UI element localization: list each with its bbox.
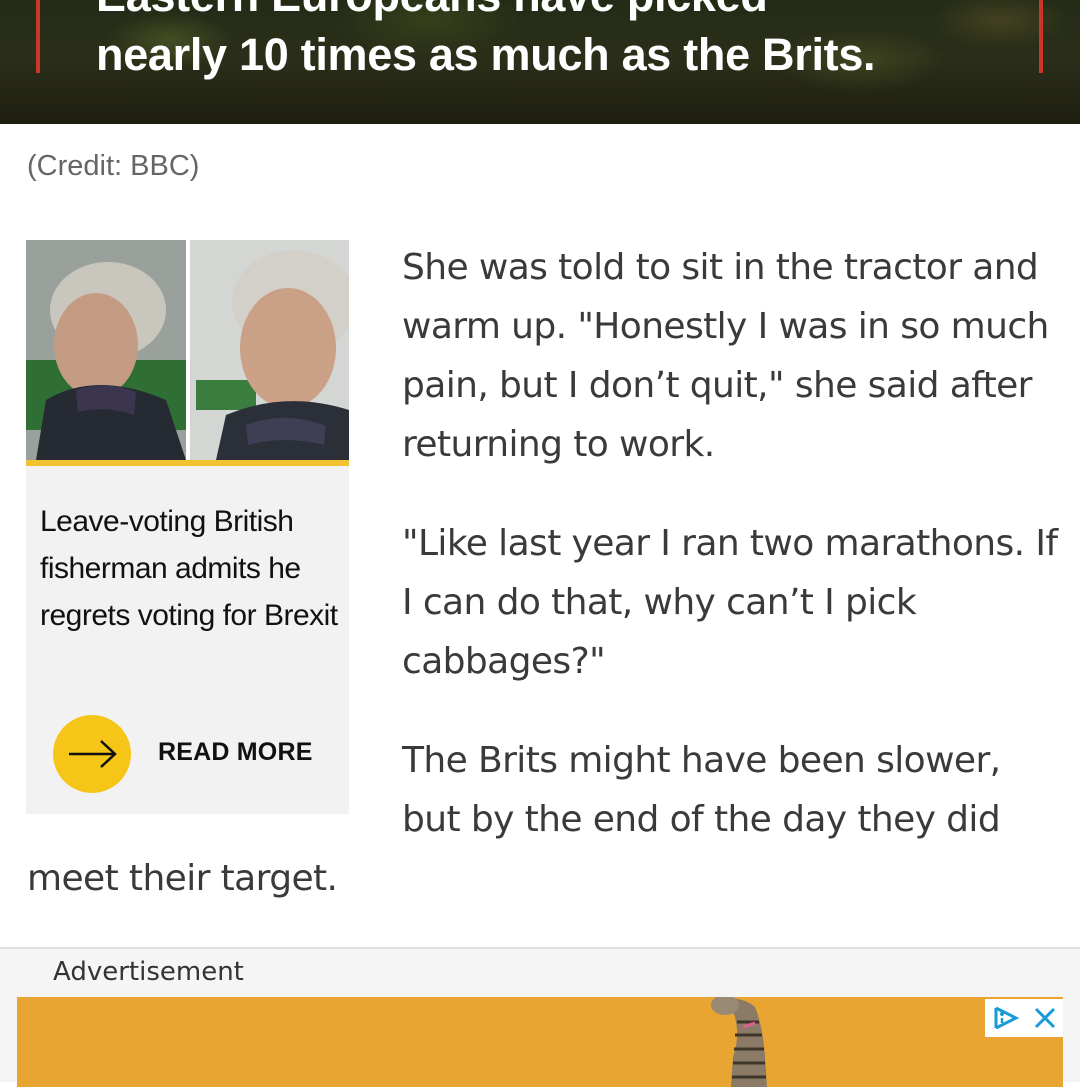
article-paragraph-1: She was told to sit in the tractor and w… xyxy=(402,247,1049,465)
adchoices-icon[interactable] xyxy=(990,1004,1022,1032)
read-more-button[interactable]: READ MORE xyxy=(52,714,342,796)
hero-image: Eastern Europeans have picked nearly 10 … xyxy=(0,0,1080,124)
hero-caption-line-2: nearly 10 times as much as the Brits. xyxy=(96,29,876,80)
related-article-title[interactable]: Leave-voting British fisherman admits he… xyxy=(40,498,340,639)
caption-accent-bar-right xyxy=(1039,0,1043,73)
close-icon[interactable] xyxy=(1032,1005,1058,1031)
related-article-card[interactable]: Leave-voting British fisherman admits he… xyxy=(26,240,349,814)
article-paragraph-3-continued: meet their target. xyxy=(27,858,338,899)
ad-banner[interactable] xyxy=(17,997,1063,1087)
read-more-circle xyxy=(53,715,131,793)
related-article-photo xyxy=(26,240,349,460)
cat-illustration xyxy=(711,997,767,1087)
caption-accent-bar-left xyxy=(36,0,40,73)
article-paragraph-2: "Like last year I ran two marathons. If … xyxy=(402,523,1058,682)
ad-choices-box[interactable] xyxy=(985,999,1063,1037)
card-accent-stripe xyxy=(26,460,349,466)
fisherman-photo-illustration xyxy=(26,240,349,460)
advertisement-container: Advertisement xyxy=(0,947,1080,1087)
article-paragraph-3: The Brits might have been slower, but by… xyxy=(402,740,1001,840)
advertisement-label: Advertisement xyxy=(53,957,244,987)
arrow-right-icon xyxy=(69,740,117,768)
read-more-label: READ MORE xyxy=(158,738,313,766)
hero-caption-line-1: Eastern Europeans have picked xyxy=(96,0,768,22)
image-credit: (Credit: BBC) xyxy=(27,150,200,182)
